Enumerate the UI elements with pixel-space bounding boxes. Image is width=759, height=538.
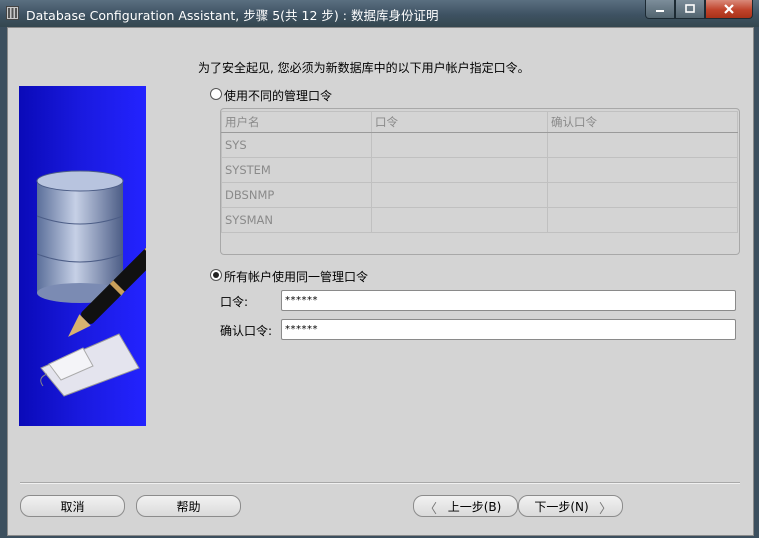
- maximize-button[interactable]: [675, 0, 705, 19]
- table-row: SYSTEM: [221, 157, 738, 183]
- password-input[interactable]: ******: [281, 290, 736, 311]
- close-button[interactable]: [705, 0, 753, 19]
- back-button[interactable]: 〈 上一步(B): [413, 495, 518, 517]
- confirm-password-label: 确认口令:: [220, 324, 273, 338]
- confirm-password-input[interactable]: ******: [281, 319, 736, 340]
- title-bar[interactable]: Database Configuration Assistant, 步骤 5(共…: [0, 0, 759, 27]
- cell-confirm: [547, 182, 738, 208]
- chevron-left-icon: 〈: [424, 502, 438, 517]
- radio-same-password-label[interactable]: 所有帐户使用同一管理口令: [224, 268, 368, 285]
- radio-different-passwords[interactable]: [210, 88, 222, 100]
- app-icon: [6, 6, 19, 20]
- column-header-password: 口令: [371, 111, 548, 133]
- cell-password: [371, 132, 548, 158]
- user-password-table: 用户名 口令 确认口令 SYS SYSTEM DBSNMP SYSMAN: [220, 108, 740, 255]
- footer-divider: [20, 482, 740, 484]
- cell-password: [371, 157, 548, 183]
- radio-different-passwords-label[interactable]: 使用不同的管理口令: [224, 87, 332, 104]
- radio-same-password[interactable]: [210, 269, 222, 281]
- help-button[interactable]: 帮助: [136, 495, 241, 517]
- cell-password: [371, 207, 548, 233]
- user-table: 用户名 口令 确认口令 SYS SYSTEM DBSNMP SYSMAN: [221, 111, 738, 233]
- table-row: SYSMAN: [221, 207, 738, 233]
- wizard-window: 为了安全起见, 您必须为新数据库中的以下用户帐户指定口令。 使用不同的管理口令 …: [7, 27, 754, 536]
- chevron-right-icon: 〉: [598, 502, 612, 517]
- cell-password: [371, 182, 548, 208]
- maximize-icon: [685, 4, 695, 13]
- database-pen-illustration: [19, 86, 146, 426]
- table-row: SYS: [221, 132, 738, 158]
- window-title: Database Configuration Assistant, 步骤 5(共…: [26, 8, 439, 23]
- cell-username: SYS: [221, 132, 372, 158]
- minimize-button[interactable]: [645, 0, 675, 19]
- password-label: 口令:: [220, 295, 249, 309]
- window-controls: [645, 0, 753, 20]
- cell-username: SYSMAN: [221, 207, 372, 233]
- cell-confirm: [547, 157, 738, 183]
- table-header-row: 用户名 口令 确认口令: [221, 111, 738, 133]
- column-header-username: 用户名: [221, 111, 372, 133]
- cell-username: SYSTEM: [221, 157, 372, 183]
- table-row: DBSNMP: [221, 182, 738, 208]
- cell-username: DBSNMP: [221, 182, 372, 208]
- back-button-label: 上一步(B): [447, 499, 502, 514]
- cancel-button[interactable]: 取消: [20, 495, 125, 517]
- close-icon: [724, 4, 734, 14]
- cell-confirm: [547, 207, 738, 233]
- column-header-confirm: 确认口令: [547, 111, 738, 133]
- next-button-label: 下一步(N): [534, 499, 589, 514]
- next-button[interactable]: 下一步(N) 〉: [518, 495, 623, 517]
- minimize-icon: [656, 10, 664, 12]
- cell-confirm: [547, 132, 738, 158]
- instruction-text: 为了安全起见, 您必须为新数据库中的以下用户帐户指定口令。: [198, 61, 530, 75]
